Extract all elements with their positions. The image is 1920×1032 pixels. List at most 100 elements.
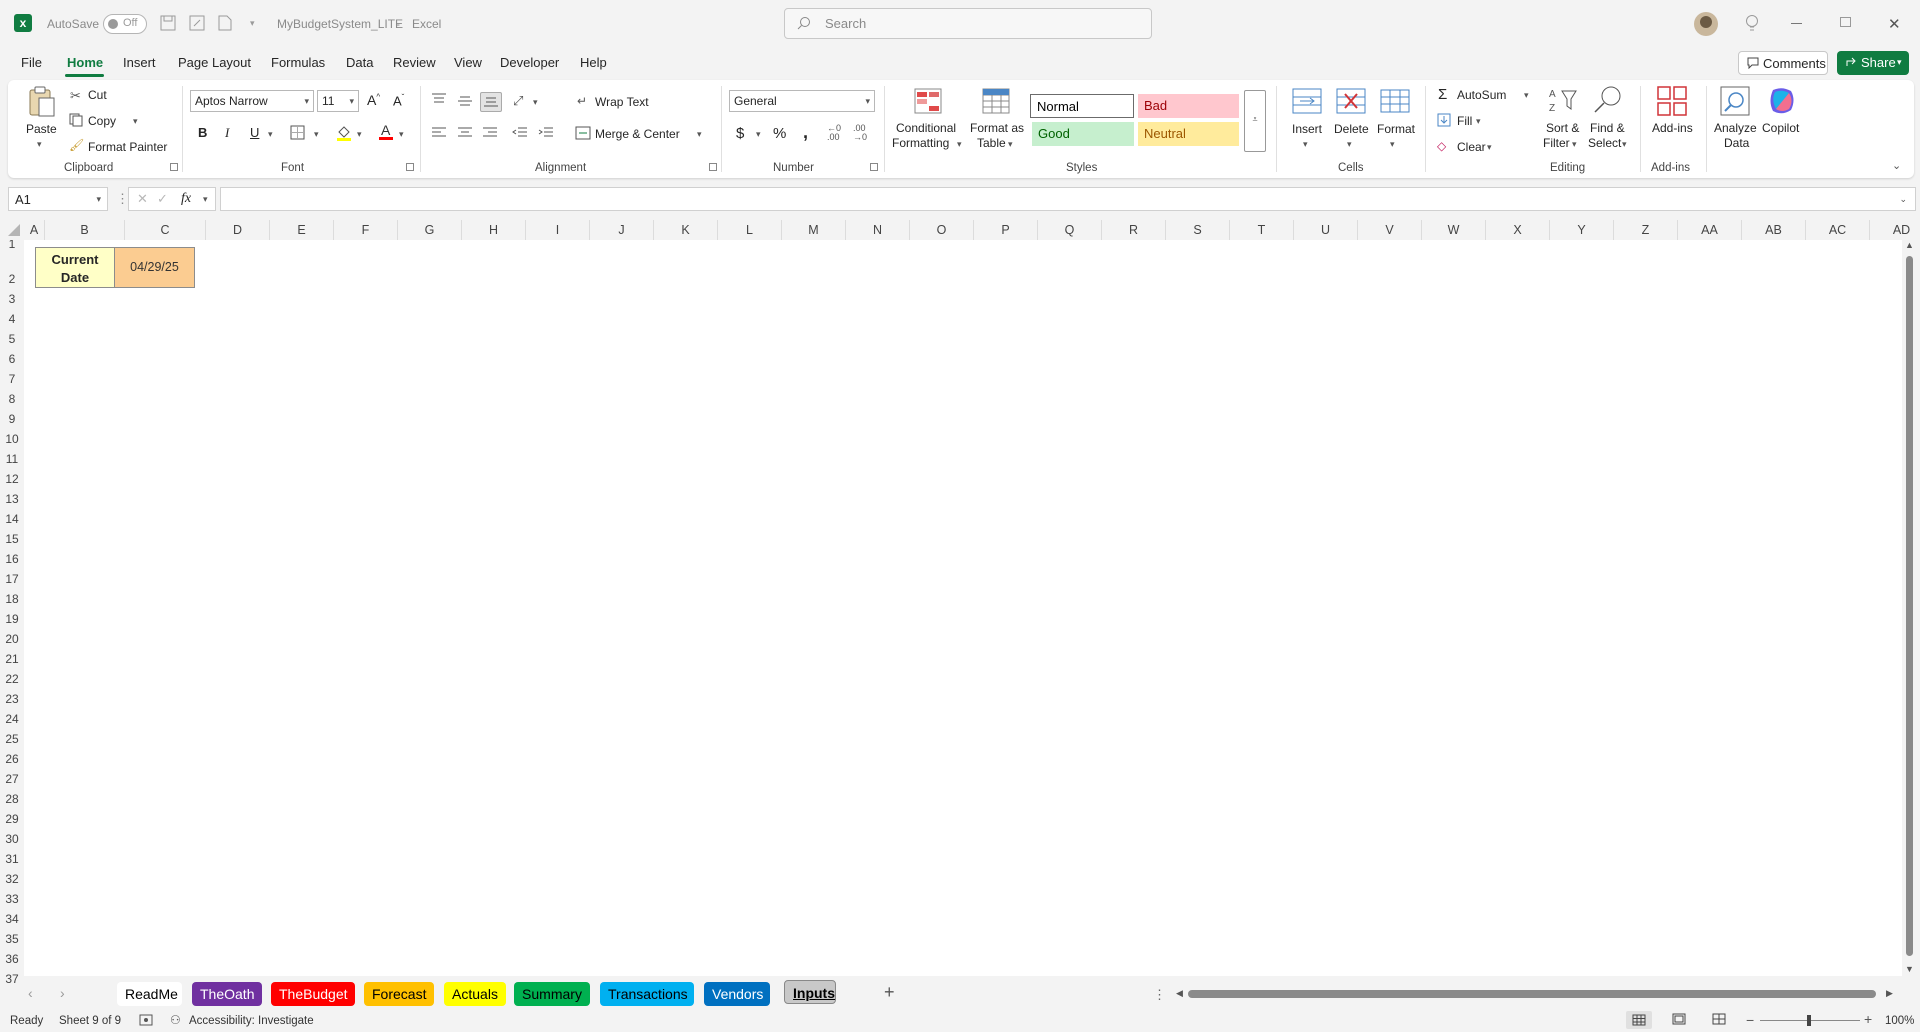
column-header-a[interactable]: A	[24, 220, 45, 240]
enter-icon[interactable]: ✓	[157, 191, 168, 207]
column-header-c[interactable]: C	[125, 220, 206, 240]
underline-chevron-icon[interactable]: ▾	[268, 129, 273, 140]
analyze-data-label-2[interactable]: Data	[1724, 136, 1749, 150]
row-header-37[interactable]: 37	[0, 969, 24, 989]
fill-chevron-icon[interactable]: ▾	[1476, 116, 1481, 127]
row-header-4[interactable]: 4	[0, 309, 24, 329]
collapse-ribbon-icon[interactable]: ⌄	[1892, 159, 1901, 172]
decrease-font-icon[interactable]: Aˇ	[393, 93, 404, 108]
format-cells-button[interactable]: Format	[1377, 122, 1415, 136]
row-header-26[interactable]: 26	[0, 749, 24, 769]
vertical-scrollbar[interactable]: ▲ ▼	[1902, 240, 1916, 976]
column-header-i[interactable]: I	[526, 220, 590, 240]
increase-indent-icon[interactable]	[538, 127, 554, 139]
clear-button[interactable]: Clear	[1457, 140, 1486, 154]
save-as-icon[interactable]	[189, 15, 205, 31]
delete-chevron-icon[interactable]: ▾	[1347, 139, 1352, 150]
row-header-28[interactable]: 28	[0, 789, 24, 809]
row-header-6[interactable]: 6	[0, 349, 24, 369]
column-header-e[interactable]: E	[270, 220, 334, 240]
conditional-formatting-label-1[interactable]: Conditional	[896, 121, 956, 135]
row-header-34[interactable]: 34	[0, 909, 24, 929]
column-header-u[interactable]: U	[1294, 220, 1358, 240]
cancel-icon[interactable]: ✕	[137, 191, 148, 207]
row-header-16[interactable]: 16	[0, 549, 24, 569]
font-family-select[interactable]: Aptos Narrow ▾	[190, 90, 314, 112]
font-launcher-icon[interactable]	[406, 163, 414, 171]
clear-chevron-icon[interactable]: ▾	[1487, 142, 1492, 153]
column-header-ad[interactable]: AD	[1870, 220, 1920, 240]
row-header-20[interactable]: 20	[0, 629, 24, 649]
column-header-d[interactable]: D	[206, 220, 270, 240]
row-header-29[interactable]: 29	[0, 809, 24, 829]
comments-button[interactable]: Comments	[1738, 51, 1828, 75]
menu-developer[interactable]: Developer	[500, 55, 559, 70]
row-header-32[interactable]: 32	[0, 869, 24, 889]
row-header-8[interactable]: 8	[0, 389, 24, 409]
menu-formulas[interactable]: Formulas	[271, 55, 325, 70]
lightbulb-icon[interactable]	[1745, 14, 1759, 32]
clipboard-launcher-icon[interactable]	[170, 163, 178, 171]
zoom-out-icon[interactable]: −	[1746, 1012, 1754, 1028]
decrease-decimal-icon[interactable]: .00 →0	[853, 124, 867, 142]
delete-cells-button[interactable]: Delete	[1334, 122, 1369, 136]
copilot-button[interactable]: Copilot	[1762, 121, 1799, 135]
column-header-l[interactable]: L	[718, 220, 782, 240]
row-header-25[interactable]: 25	[0, 729, 24, 749]
customize-toolbar-icon[interactable]: ▾	[250, 18, 255, 29]
column-header-j[interactable]: J	[590, 220, 654, 240]
column-header-b[interactable]: B	[45, 220, 125, 240]
copy-button[interactable]: Copy	[88, 114, 116, 128]
normal-view-button[interactable]	[1626, 1011, 1652, 1029]
avatar[interactable]	[1694, 12, 1718, 36]
orientation-icon[interactable]: ⤢	[513, 93, 523, 109]
row-header-14[interactable]: 14	[0, 509, 24, 529]
row-header-2[interactable]: 2	[0, 269, 24, 289]
row-header-5[interactable]: 5	[0, 329, 24, 349]
row-header-21[interactable]: 21	[0, 649, 24, 669]
zoom-level[interactable]: 100%	[1885, 1015, 1914, 1027]
sort-filter-label-1[interactable]: Sort &	[1546, 121, 1579, 135]
merge-center-button[interactable]: Merge & Center	[595, 127, 680, 141]
new-file-icon[interactable]	[218, 15, 232, 31]
menu-view[interactable]: View	[454, 55, 482, 70]
share-button[interactable]: Share ▾	[1837, 51, 1909, 75]
sort-chevron-icon[interactable]: ▾	[1572, 139, 1577, 150]
column-header-ab[interactable]: AB	[1742, 220, 1806, 240]
expand-formula-icon[interactable]: ⌄	[1899, 194, 1907, 205]
column-header-k[interactable]: K	[654, 220, 718, 240]
increase-font-icon[interactable]: A^	[367, 92, 380, 108]
row-header-36[interactable]: 36	[0, 949, 24, 969]
column-header-g[interactable]: G	[398, 220, 462, 240]
borders-icon[interactable]	[290, 125, 305, 140]
style-good[interactable]: Good	[1032, 122, 1134, 146]
conditional-chevron-icon[interactable]: ▾	[957, 139, 962, 150]
row-header-17[interactable]: 17	[0, 569, 24, 589]
autosum-button[interactable]: AutoSum	[1457, 88, 1506, 102]
format-as-table-label-1[interactable]: Format as	[970, 121, 1024, 135]
align-top-icon[interactable]	[431, 93, 447, 105]
sheet-tab-transactions[interactable]: Transactions	[600, 982, 694, 1006]
scroll-up-icon[interactable]: ▲	[1905, 240, 1914, 250]
menu-home[interactable]: Home	[67, 55, 103, 70]
row-header-27[interactable]: 27	[0, 769, 24, 789]
format-painter-button[interactable]: Format Painter	[88, 140, 167, 154]
column-header-h[interactable]: H	[462, 220, 526, 240]
sheet-tab-thebudget[interactable]: TheBudget	[271, 982, 355, 1006]
tab-scroll-left-icon[interactable]: ‹	[28, 985, 33, 1001]
format-chevron-icon[interactable]: ▾	[1390, 139, 1395, 150]
copy-chevron-icon[interactable]: ▾	[133, 116, 138, 127]
align-left-icon[interactable]	[431, 127, 447, 139]
italic-button[interactable]: I	[225, 125, 229, 141]
column-header-v[interactable]: V	[1358, 220, 1422, 240]
font-size-select[interactable]: 11 ▾	[317, 90, 359, 112]
formula-input[interactable]: ⌄	[220, 187, 1916, 211]
horizontal-scrollbar[interactable]: ◀ ▶	[1172, 987, 1898, 1001]
row-header-35[interactable]: 35	[0, 929, 24, 949]
menu-insert[interactable]: Insert	[123, 55, 156, 70]
sheet-tab-theoath[interactable]: TheOath	[192, 982, 262, 1006]
column-header-n[interactable]: N	[846, 220, 910, 240]
row-header-7[interactable]: 7	[0, 369, 24, 389]
paste-button[interactable]: Paste	[26, 122, 57, 136]
sheet-tab-inputs[interactable]: Inputs	[784, 980, 836, 1004]
